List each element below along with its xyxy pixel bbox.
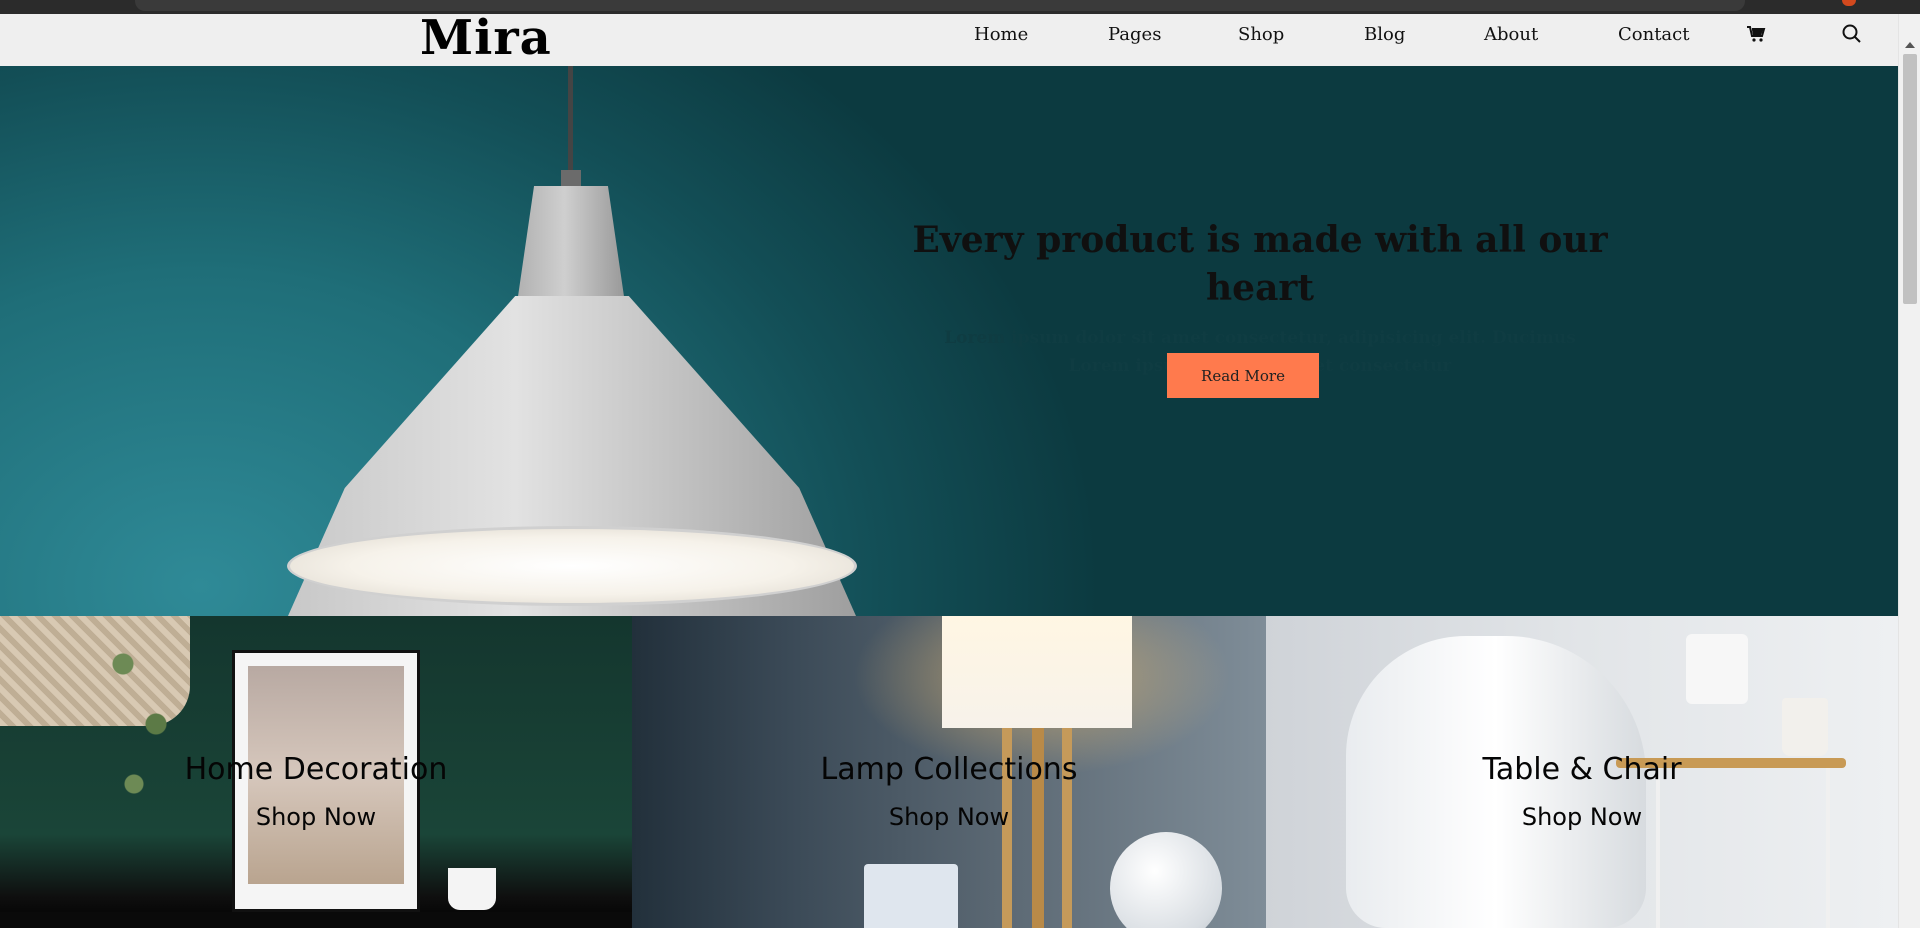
cart-icon[interactable]	[1744, 22, 1768, 46]
shelf-image	[0, 912, 632, 928]
page-scrollbar[interactable]	[1898, 14, 1920, 928]
browser-address-bar[interactable]	[135, 0, 1745, 11]
category-title: Table & Chair	[1482, 752, 1682, 787]
hero-banner: Every product is made with all our heart…	[0, 66, 1898, 616]
nav-pages[interactable]: Pages	[1108, 14, 1161, 66]
browser-top-strip	[0, 0, 1920, 14]
shop-now-link[interactable]: Shop Now	[632, 803, 1266, 831]
site-header: Mira Home Pages Shop Blog About Contact	[0, 14, 1898, 66]
lamp-shade-image	[942, 616, 1132, 728]
site-logo[interactable]: Mira	[420, 14, 552, 66]
read-more-button[interactable]: Read More	[1167, 353, 1319, 398]
category-title: Home Decoration	[184, 752, 448, 787]
table-leg-image	[1656, 768, 1660, 928]
lamp-cord-image	[568, 66, 573, 176]
search-icon[interactable]	[1840, 22, 1864, 46]
category-title: Lamp Collections	[820, 752, 1078, 787]
category-card-table-chair[interactable]: Table & Chair Shop Now	[1266, 616, 1898, 928]
lamp-light-image	[287, 526, 857, 606]
category-card-home-decoration[interactable]: Home Decoration Shop Now	[0, 616, 632, 928]
nav-about[interactable]: About	[1484, 14, 1538, 66]
lamp-collar-image	[561, 170, 581, 188]
hero-title: Every product is made with all our heart	[912, 219, 1608, 309]
shop-now-link[interactable]: Shop Now	[1266, 803, 1898, 831]
scroll-thumb[interactable]	[1903, 54, 1917, 304]
table-leg-image	[1826, 768, 1830, 928]
nav-contact[interactable]: Contact	[1618, 14, 1689, 66]
nav-home[interactable]: Home	[974, 14, 1028, 66]
hero-subtitle-line-1: Lorem ipsum dolor sit amet consectetur, …	[944, 328, 1576, 348]
scroll-up-arrow-icon[interactable]	[1905, 42, 1915, 48]
mug-image	[1782, 698, 1828, 756]
plant-pot-image	[1686, 634, 1748, 704]
plant-pot-image	[448, 868, 496, 910]
moon-lamp-image	[1110, 832, 1222, 928]
shop-now-link[interactable]: Shop Now	[0, 803, 632, 831]
nav-shop[interactable]: Shop	[1238, 14, 1284, 66]
category-card-lamp-collections[interactable]: Lamp Collections Shop Now	[632, 616, 1266, 928]
nav-blog[interactable]: Blog	[1364, 14, 1405, 66]
plant-cup-image	[864, 864, 958, 928]
browser-profile-icon[interactable]	[1842, 0, 1856, 6]
